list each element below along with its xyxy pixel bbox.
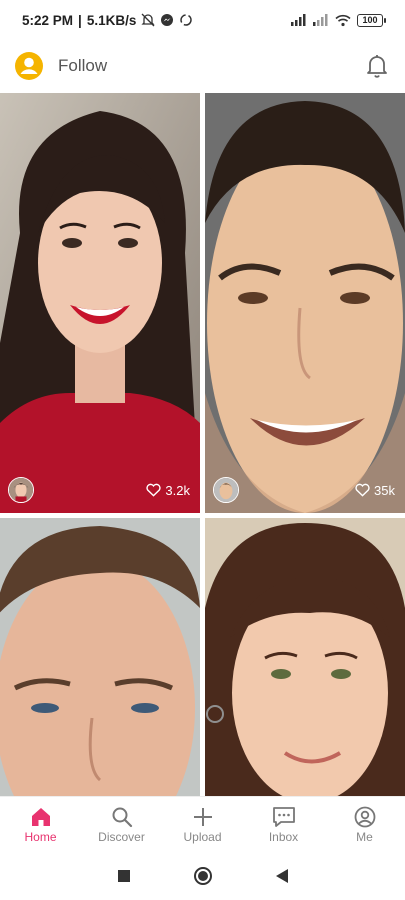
nav-me-label: Me — [356, 829, 373, 844]
video-thumbnail — [0, 93, 200, 513]
home-icon — [31, 807, 50, 826]
nav-inbox-label: Inbox — [268, 829, 299, 844]
profile-icon — [354, 806, 375, 827]
plus-icon — [193, 807, 212, 826]
feed-item[interactable] — [0, 518, 200, 796]
creator-avatar[interactable] — [213, 477, 239, 503]
status-separator: | — [78, 12, 82, 28]
feed-item[interactable]: 3.2k — [0, 93, 200, 513]
back-icon[interactable] — [275, 868, 289, 884]
nav-discover-label: Discover — [98, 829, 145, 844]
nav-home[interactable]: Home — [0, 797, 81, 852]
video-thumbnail — [0, 518, 200, 796]
likes-value: 35k — [374, 482, 395, 498]
nav-upload[interactable]: Upload — [162, 797, 243, 852]
feed-item[interactable]: 35k — [205, 93, 405, 513]
tile-meta: 35k — [213, 477, 395, 503]
status-time: 5:22 PM — [22, 12, 74, 28]
chat-icon — [272, 806, 295, 827]
battery-indicator: 100 — [357, 13, 386, 27]
heart-icon — [146, 483, 162, 497]
bell-icon[interactable] — [363, 52, 391, 80]
network-speed: 5.1KB/s — [86, 12, 137, 28]
profile-avatar-icon[interactable] — [14, 51, 44, 81]
status-right: 100 — [291, 13, 386, 27]
search-icon — [112, 807, 132, 827]
page-title[interactable]: Follow — [58, 56, 107, 76]
system-navigation — [0, 852, 405, 900]
signal-2-icon — [313, 14, 328, 26]
recents-icon[interactable] — [117, 869, 131, 883]
feed-item[interactable] — [205, 518, 405, 796]
likes-value: 3.2k — [165, 482, 190, 498]
tile-meta: 3.2k — [8, 477, 190, 503]
video-thumbnail — [205, 93, 405, 513]
wifi-icon — [335, 14, 351, 26]
messenger-icon — [161, 14, 174, 26]
header: Follow — [0, 40, 405, 92]
nav-me[interactable]: Me — [324, 797, 405, 852]
nav-inbox[interactable]: Inbox — [243, 797, 324, 852]
video-feed: 3.2k 35k — [0, 93, 405, 796]
likes-count[interactable]: 3.2k — [146, 483, 190, 498]
nav-discover[interactable]: Discover — [81, 797, 162, 852]
sync-icon — [180, 14, 193, 26]
home-button-icon[interactable] — [193, 866, 213, 886]
creator-avatar[interactable] — [8, 477, 34, 503]
video-thumbnail — [205, 518, 405, 796]
mute-icon — [141, 13, 155, 27]
status-left: 5:22 PM | 5.1KB/s — [22, 13, 193, 28]
status-bar: 5:22 PM | 5.1KB/s 100 — [0, 0, 405, 40]
signal-icon — [291, 14, 306, 26]
likes-count[interactable]: 35k — [355, 483, 395, 498]
nav-home-label: Home — [24, 829, 57, 844]
bottom-navigation: Home Discover Upload Inbox Me — [0, 796, 405, 852]
heart-icon — [355, 483, 370, 497]
nav-upload-label: Upload — [183, 829, 222, 844]
